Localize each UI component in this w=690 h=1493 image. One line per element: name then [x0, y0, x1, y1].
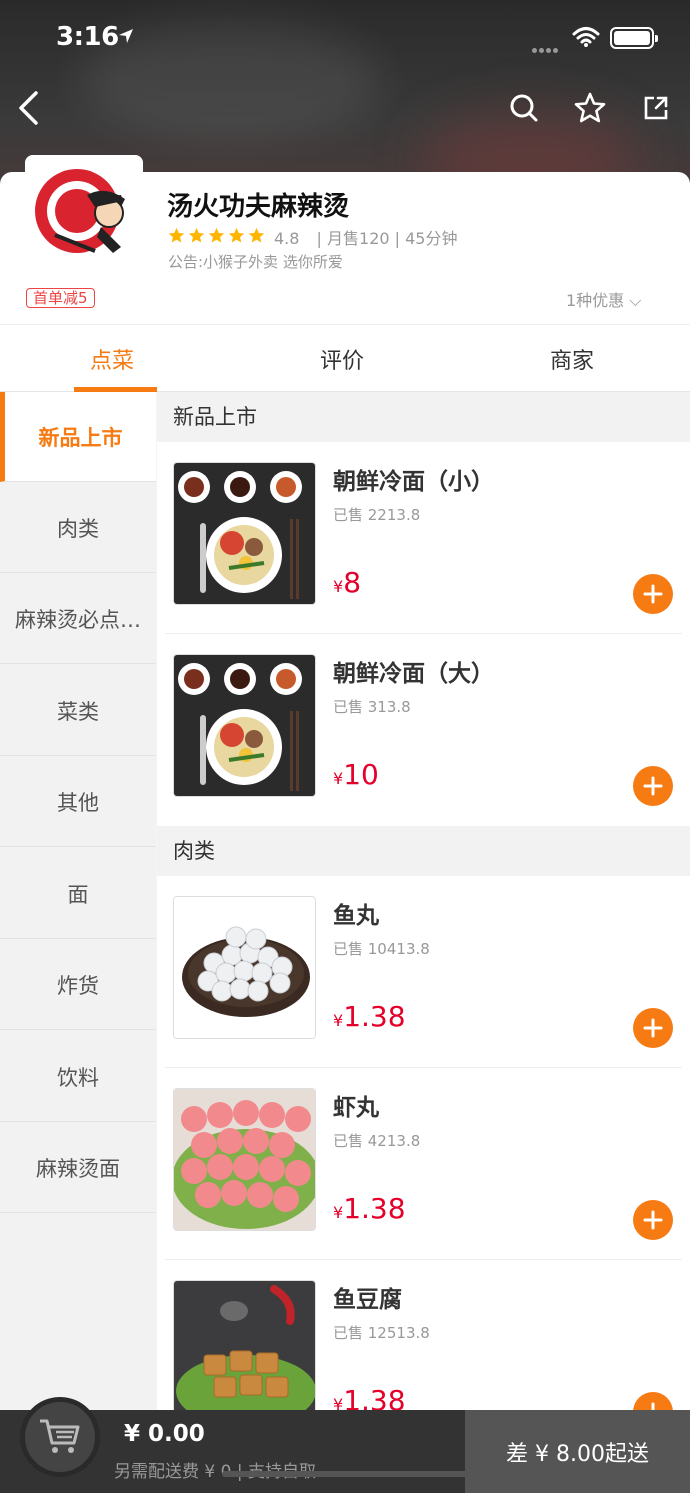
cart-total: ¥ 0.00	[124, 1421, 205, 1447]
rating-value: 4.8	[274, 229, 300, 248]
sidebar-item-vegetables[interactable]: 菜类	[0, 666, 156, 756]
sidebar-item-must-order[interactable]: 麻辣烫必点…	[0, 574, 156, 664]
dish-sold-count: 已售 2213.8	[333, 506, 421, 524]
tab-order[interactable]: 点菜	[90, 343, 134, 375]
star-icon	[248, 227, 265, 243]
share-icon[interactable]	[634, 86, 678, 130]
add-to-cart-button[interactable]	[633, 766, 673, 806]
currency-symbol: ¥	[333, 1011, 344, 1030]
dish-name: 朝鲜冷面（小）	[333, 469, 494, 495]
sidebar-item-other[interactable]: 其他	[0, 757, 156, 847]
home-indicator	[222, 1471, 468, 1477]
dish-item: 鱼豆腐 已售 12513.8 ¥1.38	[157, 1260, 690, 1412]
sidebar-item-meat[interactable]: 肉类	[0, 483, 156, 573]
shop-tabs: 点菜 评价 商家	[0, 324, 690, 392]
status-time: 3:16	[56, 22, 119, 52]
promotions-toggle[interactable]: 1种优惠 ⌵	[566, 287, 641, 311]
wifi-icon	[572, 26, 600, 52]
tab-reviews[interactable]: 评价	[320, 343, 364, 375]
dish-item: 虾丸 已售 4213.8 ¥1.38	[157, 1068, 690, 1260]
dish-sold-count: 已售 4213.8	[333, 1132, 421, 1150]
dish-item: 朝鲜冷面（小） 已售 2213.8 ¥8	[157, 442, 690, 634]
currency-symbol: ¥	[333, 769, 344, 788]
dish-price: ¥10	[333, 758, 379, 791]
star-icon	[188, 227, 205, 243]
favorite-star-icon[interactable]	[568, 86, 612, 130]
dish-name: 鱼丸	[333, 903, 379, 929]
price-value: 10	[343, 758, 379, 791]
shop-notice: 公告:小猴子外卖 选你所爱	[168, 253, 343, 271]
add-to-cart-button[interactable]	[633, 1008, 673, 1048]
rating-stars	[168, 227, 265, 244]
add-to-cart-button[interactable]	[633, 574, 673, 614]
dish-image[interactable]	[173, 896, 316, 1039]
tab-merchant[interactable]: 商家	[550, 343, 594, 375]
dish-sold-count: 已售 10413.8	[333, 940, 430, 958]
sidebar-item-drinks[interactable]: 饮料	[0, 1032, 156, 1122]
price-value: 8	[343, 566, 362, 599]
shop-name: 汤火功夫麻辣烫	[167, 192, 350, 222]
sidebar-item-noodles[interactable]: 面	[0, 849, 156, 939]
dish-image[interactable]	[173, 654, 316, 797]
shopping-cart-icon	[40, 1419, 80, 1453]
battery-icon	[610, 27, 658, 49]
shop-stats: | 月售120 | 45分钟	[316, 229, 458, 248]
checkout-button[interactable]: 差 ¥ 8.00起送	[465, 1410, 690, 1493]
currency-symbol: ¥	[333, 577, 344, 596]
sidebar-item-fried[interactable]: 炸货	[0, 940, 156, 1030]
sidebar-item-new[interactable]: 新品上市	[0, 392, 156, 482]
signal-dots-icon	[532, 38, 560, 57]
add-to-cart-button[interactable]	[633, 1392, 673, 1412]
dish-item: 鱼丸 已售 10413.8 ¥1.38	[157, 876, 690, 1068]
price-value: 1.38	[343, 1000, 406, 1033]
rating-and-stats: 4.8 | 月售120 | 45分钟	[274, 225, 458, 249]
search-icon[interactable]	[502, 86, 546, 130]
back-button[interactable]	[6, 86, 50, 130]
section-header: 肉类	[157, 826, 690, 876]
currency-symbol: ¥	[333, 1203, 344, 1222]
price-value: 1.38	[343, 1192, 406, 1225]
location-arrow-icon	[118, 28, 134, 48]
section-header: 新品上市	[157, 392, 690, 442]
dish-name: 鱼豆腐	[333, 1287, 402, 1313]
star-icon	[168, 227, 185, 243]
dish-image[interactable]	[173, 462, 316, 605]
dish-price: ¥1.38	[333, 1384, 406, 1412]
dish-sold-count: 已售 12513.8	[333, 1324, 430, 1342]
plus-icon	[643, 1210, 663, 1230]
status-bar: 3:16	[0, 0, 690, 76]
plus-icon	[643, 584, 663, 604]
star-icon	[208, 227, 225, 243]
dish-price: ¥8	[333, 566, 361, 599]
dish-image[interactable]	[173, 1088, 316, 1231]
dish-price: ¥1.38	[333, 1192, 406, 1225]
dish-sold-count: 已售 313.8	[333, 698, 411, 716]
first-order-promo-badge: 首单减5	[26, 288, 95, 308]
plus-icon	[643, 1018, 663, 1038]
dish-image[interactable]	[173, 1280, 316, 1412]
sidebar-item-malatang-noodles[interactable]: 麻辣烫面	[0, 1123, 156, 1213]
dish-item: 朝鲜冷面（大） 已售 313.8 ¥10	[157, 634, 690, 826]
dish-name: 朝鲜冷面（大）	[333, 661, 494, 687]
category-sidebar: 新品上市 肉类 麻辣烫必点… 菜类 其他 面 炸货 饮料 麻辣烫面	[0, 392, 156, 1412]
cart-button[interactable]	[20, 1397, 100, 1477]
dish-price: ¥1.38	[333, 1000, 406, 1033]
price-value: 1.38	[343, 1384, 406, 1412]
delivery-fee-note: 另需配送费 ¥ 0 | 支持自取	[114, 1462, 316, 1482]
shop-logo[interactable]	[25, 155, 143, 273]
star-icon	[228, 227, 245, 243]
dish-name: 虾丸	[333, 1095, 379, 1121]
dish-list[interactable]: 新品上市 朝鲜冷面（小） 已售 2213.8 ¥8 朝鲜冷面（大） 已售 313…	[157, 392, 690, 1412]
add-to-cart-button[interactable]	[633, 1200, 673, 1240]
plus-icon	[643, 776, 663, 796]
